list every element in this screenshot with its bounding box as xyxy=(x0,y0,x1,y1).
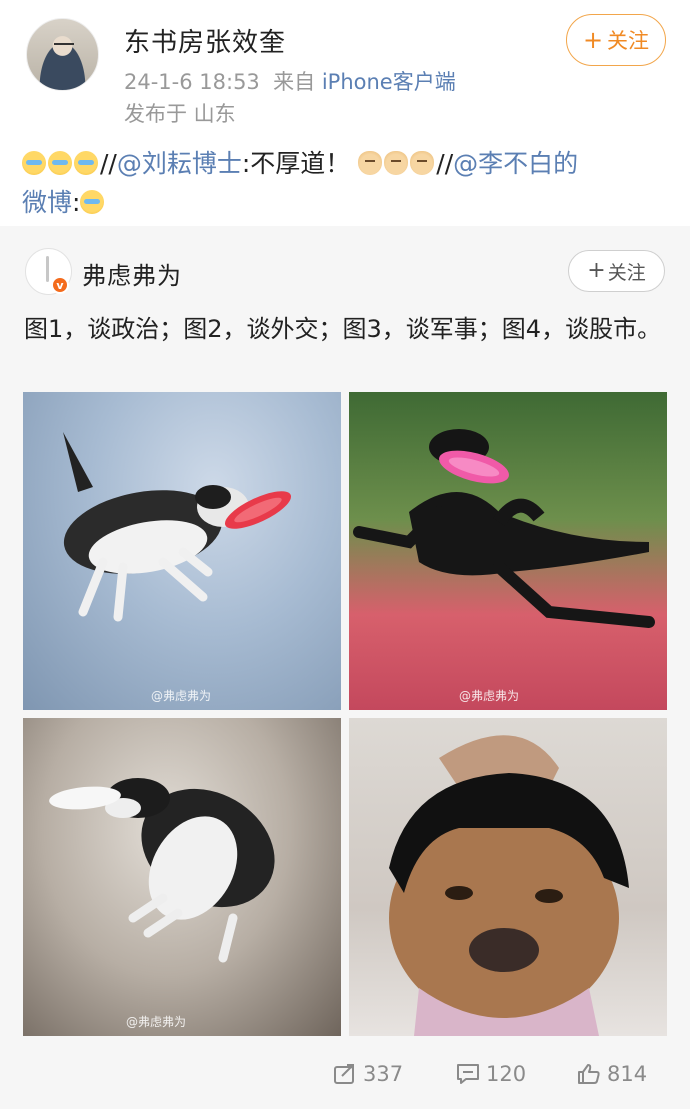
mention-link-cont[interactable]: 微博 xyxy=(22,188,72,217)
plus-icon: + xyxy=(587,258,606,283)
post-source[interactable]: iPhone客户端 xyxy=(322,70,456,94)
crying-laugh-emoji-icon xyxy=(74,151,98,175)
bulldog-wig-illustration xyxy=(389,735,629,1036)
like-action[interactable]: 814 xyxy=(577,1062,647,1086)
doge-emoji-icon xyxy=(410,151,435,175)
dog-frisbee-illustration xyxy=(63,432,292,622)
repost-icon xyxy=(334,1064,354,1084)
crying-laugh-emoji-icon xyxy=(48,151,72,175)
crying-laugh-emoji-icon xyxy=(22,151,46,175)
like-icon xyxy=(578,1064,600,1084)
dog-frisbee-illustration xyxy=(353,429,655,628)
mention-link[interactable]: @李不白的 xyxy=(453,149,578,178)
follow-label: 关注 xyxy=(607,261,646,284)
mention-link[interactable]: @刘耘博士 xyxy=(117,149,242,178)
doge-emoji-icon xyxy=(384,151,409,175)
follow-button[interactable]: + 关注 xyxy=(566,14,666,66)
watermark: @弗虑弗为 xyxy=(151,689,212,703)
action-bar: 337 120 814 xyxy=(0,1062,690,1102)
repost-separator: // xyxy=(100,149,117,178)
original-post-text: 图1，谈政治；图2，谈外交；图3，谈军事；图4，谈股市。 xyxy=(24,315,662,343)
verified-badge-icon: v xyxy=(51,276,69,294)
dog-frisbee-illustration xyxy=(49,778,275,963)
repost-comment: :不厚道！ xyxy=(241,149,351,178)
comment-count: 120 xyxy=(486,1062,527,1086)
repost-text: //@刘耘博士:不厚道！ //@李不白的 微博: xyxy=(22,144,672,222)
photo-1[interactable]: @弗虑弗为 xyxy=(23,392,341,710)
repost-comment: : xyxy=(72,188,81,217)
post-location: 发布于 山东 xyxy=(124,102,236,126)
doge-emoji-icon xyxy=(358,151,383,175)
original-follow-button[interactable]: + 关注 xyxy=(568,250,665,292)
plus-icon: + xyxy=(582,26,604,54)
source-prefix: 来自 xyxy=(273,70,316,94)
repost-count: 337 xyxy=(363,1062,404,1086)
repost-action[interactable]: 337 xyxy=(333,1062,403,1086)
follow-label: 关注 xyxy=(607,29,650,53)
original-post-card[interactable]: v 弗虑弗为 + 关注 图1，谈政治；图2，谈外交；图3，谈军事；图4，谈股市。… xyxy=(0,226,690,1109)
repost-separator: // xyxy=(436,149,454,178)
watermark: @弗虑弗为 xyxy=(459,689,520,703)
author-avatar[interactable] xyxy=(26,18,99,91)
post-header: 东书房张效奎 24-1-6 18:53 来自 iPhone客户端 发布于 山东 … xyxy=(0,0,690,135)
photo-2[interactable]: @弗虑弗为 xyxy=(349,392,667,710)
post-time: 24-1-6 18:53 xyxy=(124,70,260,94)
author-name[interactable]: 东书房张效奎 xyxy=(124,22,286,59)
post-meta: 24-1-6 18:53 来自 iPhone客户端 xyxy=(124,66,456,96)
original-author-name[interactable]: 弗虑弗为 xyxy=(82,256,182,291)
photo-3[interactable]: @弗虑弗为 xyxy=(23,718,341,1036)
like-count: 814 xyxy=(607,1062,648,1086)
comment-action[interactable]: 120 xyxy=(456,1062,526,1086)
watermark: @弗虑弗为 xyxy=(126,1015,187,1029)
crying-laugh-emoji-icon xyxy=(80,190,105,214)
photo-4[interactable] xyxy=(349,718,667,1036)
comment-icon xyxy=(457,1064,479,1084)
